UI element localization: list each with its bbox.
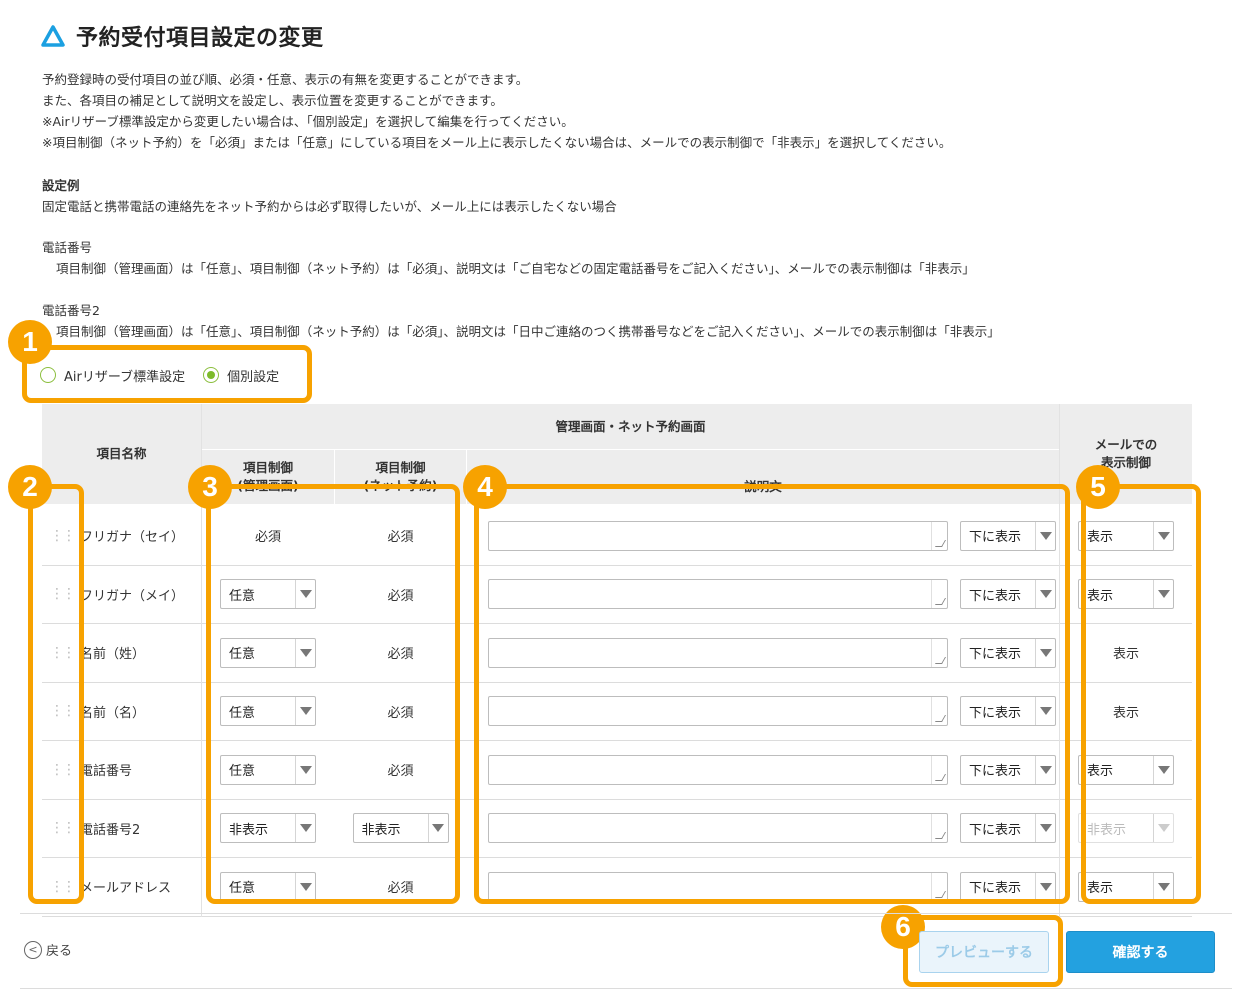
example-heading: 設定例 [42,178,80,193]
example-phone2-block: 電話番号2 項目制御（管理画面）は「任意」、項目制御（ネット予約）は「必須」、説… [42,300,1000,342]
description-line: ※Airリザーブ標準設定から変更したい場合は、「個別設定」を選択して編集を行って… [42,114,574,129]
callout-box-3 [206,484,460,904]
item-name: メールアドレス [80,881,172,897]
callout-box-2 [28,484,84,904]
callout-badge-4: 4 [463,465,507,509]
example-phone-text: 項目制御（管理画面）は「任意」、項目制御（ネット予約）は「必須」、説明文は「ご自… [56,261,975,276]
example-phone2-text: 項目制御（管理画面）は「任意」、項目制御（ネット予約）は「必須」、説明文は「日中… [56,324,1000,339]
item-name: 名前（名） [80,705,146,721]
example-phone-label: 電話番号 [42,240,93,255]
item-name: フリガナ（メイ） [80,588,185,604]
example-phone2-label: 電話番号2 [42,303,100,318]
chevron-left-icon: < [24,940,42,959]
header-group: 管理画面・ネット予約画面 [202,404,1059,449]
page-title: 予約受付項目設定の変更 [76,26,324,51]
footer-divider [20,913,1232,914]
callout-box-5 [1081,484,1201,904]
example-phone-block: 電話番号 項目制御（管理画面）は「任意」、項目制御（ネット予約）は「必須」、説明… [42,237,975,279]
preview-button[interactable]: プレビューする [919,931,1049,973]
footer-bottom-divider [20,988,1232,989]
item-name: フリガナ（セイ） [80,530,185,546]
example-block: 設定例 固定電話と携帯電話の連絡先をネット予約からは必ず取得したいが、メール上に… [42,175,617,217]
back-link[interactable]: < 戻る [24,940,72,959]
callout-badge-5: 5 [1076,465,1120,509]
callout-badge-1: 1 [8,320,52,364]
page-header: 予約受付項目設定の変更 [40,20,324,52]
description-line: ※項目制御（ネット予約）を「必須」または「任意」にしている項目をメール上に表示し… [42,135,952,150]
callout-badge-3: 3 [188,465,232,509]
item-name: 名前（姓） [80,647,146,663]
description-line: また、各項目の補足として説明文を設定し、表示位置を変更することができます。 [42,93,503,108]
confirm-button[interactable]: 確認する [1066,931,1215,973]
example-text: 固定電話と携帯電話の連絡先をネット予約からは必ず取得したいが、メール上には表示し… [42,199,617,214]
callout-badge-2: 2 [8,465,52,509]
callout-box-1 [22,345,312,403]
item-name: 電話番号 [80,764,133,780]
description-line: 予約登録時の受付項目の並び順、必須・任意、表示の有無を変更することができます。 [42,72,529,87]
item-name: 電話番号2 [80,822,141,838]
description-block: 予約登録時の受付項目の並び順、必須・任意、表示の有無を変更することができます。 … [42,69,951,153]
air-logo-icon [41,25,65,47]
back-label: 戻る [46,944,73,959]
callout-box-4 [474,484,1070,904]
